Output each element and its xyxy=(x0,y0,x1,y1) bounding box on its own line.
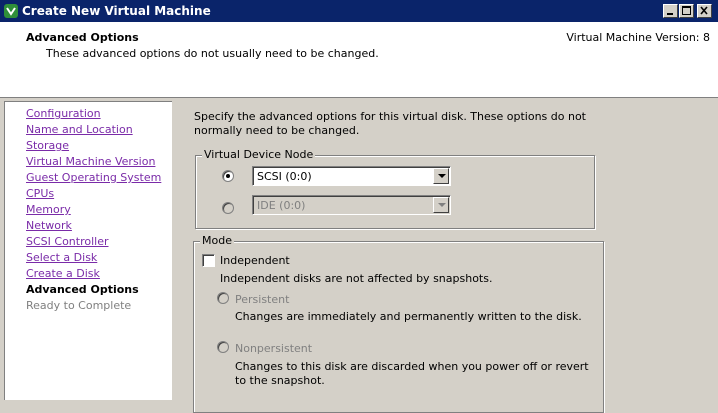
intro-text: Specify the advanced options for this vi… xyxy=(194,110,586,137)
virtual-device-node-legend: Virtual Device Node xyxy=(202,148,316,161)
independent-description: Independent disks are not affected by sn… xyxy=(220,272,493,285)
scsi-node-value: SCSI (0:0) xyxy=(257,170,312,183)
nav-name-and-location[interactable]: Name and Location xyxy=(26,123,133,136)
close-icon xyxy=(700,6,708,15)
page-title: Advanced Options xyxy=(26,31,139,44)
nav-network[interactable]: Network xyxy=(26,219,72,232)
nav-select-a-disk[interactable]: Select a Disk xyxy=(26,251,97,264)
vsphere-app-icon xyxy=(4,4,18,18)
mode-legend: Mode xyxy=(200,234,234,247)
persistent-description: Changes are immediately and permanently … xyxy=(235,310,582,323)
nav-guest-os[interactable]: Guest Operating System xyxy=(26,171,161,184)
nav-advanced-options: Advanced Options xyxy=(26,283,139,296)
persistent-radio[interactable] xyxy=(217,292,229,304)
radio-selected-dot xyxy=(226,174,230,178)
title-bar: Create New Virtual Machine xyxy=(0,0,718,22)
nav-ready-to-complete: Ready to Complete xyxy=(26,299,132,312)
nav-cpus[interactable]: CPUs xyxy=(26,187,54,200)
nonpersistent-label: Nonpersistent xyxy=(235,342,313,355)
nav-storage[interactable]: Storage xyxy=(26,139,69,152)
mode-group: Mode Independent Independent disks are n… xyxy=(193,234,604,413)
advanced-options-panel: Specify the advanced options for this vi… xyxy=(172,101,718,413)
window-title: Create New Virtual Machine xyxy=(22,4,211,18)
virtual-device-node-group: Virtual Device Node SCSI (0:0) IDE (0:0) xyxy=(195,148,595,229)
nonpersistent-radio[interactable] xyxy=(217,341,229,353)
persistent-label: Persistent xyxy=(235,293,290,306)
minimize-icon xyxy=(667,13,673,15)
close-button[interactable] xyxy=(697,4,712,18)
ide-radio[interactable] xyxy=(222,202,234,214)
wizard-header: Advanced Options These advanced options … xyxy=(0,22,718,98)
scsi-node-dropdown[interactable]: SCSI (0:0) xyxy=(252,166,451,186)
nav-configuration[interactable]: Configuration xyxy=(26,107,101,120)
nav-scsi-controller[interactable]: SCSI Controller xyxy=(26,235,109,248)
ide-node-dropdown[interactable]: IDE (0:0) xyxy=(252,195,451,215)
nav-create-a-disk[interactable]: Create a Disk xyxy=(26,267,100,280)
maximize-icon xyxy=(682,6,691,15)
nav-vm-version[interactable]: Virtual Machine Version xyxy=(26,155,155,168)
chevron-down-icon[interactable] xyxy=(433,168,449,184)
nav-memory[interactable]: Memory xyxy=(26,203,71,216)
page-subtitle: These advanced options do not usually ne… xyxy=(46,47,379,60)
vm-version-label: Virtual Machine Version: 8 xyxy=(566,31,710,44)
ide-node-value: IDE (0:0) xyxy=(257,199,306,212)
independent-checkbox[interactable] xyxy=(202,254,215,267)
chevron-down-icon[interactable] xyxy=(433,197,449,213)
minimize-button[interactable] xyxy=(663,4,678,18)
wizard-step-list: Configuration Name and Location Storage … xyxy=(4,101,172,400)
scsi-radio[interactable] xyxy=(222,170,234,182)
independent-label: Independent xyxy=(220,254,290,267)
maximize-button[interactable] xyxy=(679,4,694,18)
nonpersistent-description: Changes to this disk are discarded when … xyxy=(235,360,589,387)
